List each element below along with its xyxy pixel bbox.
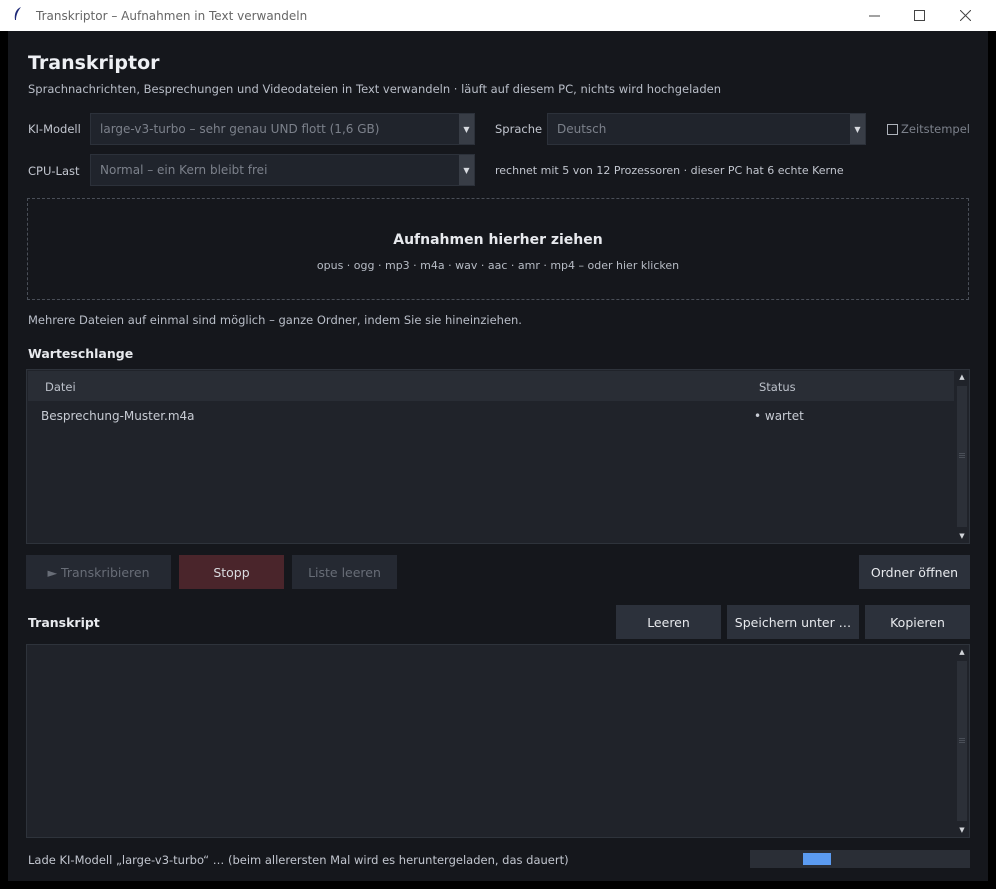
maximize-button[interactable] xyxy=(896,0,942,31)
grip-line xyxy=(959,738,965,739)
cpu-select[interactable]: Normal – ein Kern bleibt frei ▼ xyxy=(90,154,475,186)
arrow-up-icon[interactable]: ▲ xyxy=(955,370,969,384)
grip-line xyxy=(959,742,965,743)
app-subtitle: Sprachnachrichten, Besprechungen und Vid… xyxy=(28,82,721,96)
grip-line xyxy=(959,457,965,458)
grip-line xyxy=(959,453,965,454)
progress-bar xyxy=(750,850,970,868)
stop-button[interactable]: Stopp xyxy=(179,555,284,589)
transcript-heading: Transkript xyxy=(28,615,100,630)
language-select-value: Deutsch xyxy=(557,122,607,136)
transcribe-button[interactable]: ► Transkribieren xyxy=(26,555,171,589)
language-select[interactable]: Deutsch ▼ xyxy=(547,113,866,145)
timestamps-checkbox[interactable]: Zeitstempel xyxy=(887,122,970,136)
chevron-down-icon[interactable]: ▼ xyxy=(459,155,474,185)
open-folder-button[interactable]: Ordner öffnen xyxy=(859,555,970,589)
chevron-down-icon[interactable]: ▼ xyxy=(459,114,474,144)
clear-transcript-button[interactable]: Leeren xyxy=(616,605,721,639)
queue-scrollbar[interactable]: ▲ ▼ xyxy=(955,370,969,543)
column-header-file[interactable]: Datei xyxy=(45,380,76,394)
feather-icon xyxy=(0,6,36,26)
copy-button[interactable]: Kopieren xyxy=(865,605,970,639)
cpu-select-value: Normal – ein Kern bleibt frei xyxy=(100,163,268,177)
drop-zone[interactable]: Aufnahmen hierher ziehen opus · ogg · mp… xyxy=(27,198,969,300)
drop-zone-formats: opus · ogg · mp3 · m4a · wav · aac · amr… xyxy=(316,259,680,272)
language-label: Sprache xyxy=(495,122,543,136)
arrow-down-icon[interactable]: ▼ xyxy=(955,823,969,837)
arrow-down-icon[interactable]: ▼ xyxy=(955,529,969,543)
minimize-button[interactable] xyxy=(851,0,897,31)
scrollbar-thumb[interactable] xyxy=(957,661,967,821)
cpu-label: CPU-Last xyxy=(28,164,80,178)
multi-file-hint: Mehrere Dateien auf einmal sind möglich … xyxy=(28,313,522,327)
queue-file-status: • wartet xyxy=(754,409,804,423)
progress-indicator xyxy=(803,853,831,865)
drop-zone-title: Aufnahmen hierher ziehen xyxy=(393,232,603,248)
model-select[interactable]: large-v3-turbo – sehr genau UND flott (1… xyxy=(90,113,475,145)
arrow-up-icon[interactable]: ▲ xyxy=(955,645,969,659)
transcript-textarea[interactable]: ▲ ▼ xyxy=(26,644,970,838)
main-window: Transkriptor Sprachnachrichten, Besprech… xyxy=(8,31,988,881)
queue-table[interactable]: Datei Status Besprechung-Muster.m4a • wa… xyxy=(26,369,970,544)
clear-list-button[interactable]: Liste leeren xyxy=(292,555,397,589)
table-header: Datei Status xyxy=(28,371,954,401)
window-title: Transkriptor – Aufnahmen in Text verwand… xyxy=(36,8,308,23)
title-bar: Transkriptor – Aufnahmen in Text verwand… xyxy=(0,0,996,31)
status-text: Lade KI-Modell „large-v3-turbo“ … (beim … xyxy=(28,853,569,867)
column-header-status[interactable]: Status xyxy=(759,380,796,394)
queue-file-name: Besprechung-Muster.m4a xyxy=(41,409,195,423)
checkbox-box[interactable] xyxy=(887,123,898,135)
chevron-down-icon[interactable]: ▼ xyxy=(850,114,865,144)
close-button[interactable] xyxy=(942,0,988,31)
timestamps-label: Zeitstempel xyxy=(901,122,971,136)
transcript-scrollbar[interactable]: ▲ ▼ xyxy=(955,645,969,837)
cpu-info: rechnet mit 5 von 12 Prozessoren · diese… xyxy=(495,164,844,177)
grip-line xyxy=(959,455,965,456)
app-title: Transkriptor xyxy=(28,52,160,74)
model-select-value: large-v3-turbo – sehr genau UND flott (1… xyxy=(100,122,380,136)
queue-heading: Warteschlange xyxy=(28,346,134,361)
grip-line xyxy=(959,740,965,741)
model-label: KI-Modell xyxy=(28,122,81,136)
save-as-button[interactable]: Speichern unter … xyxy=(727,605,859,639)
